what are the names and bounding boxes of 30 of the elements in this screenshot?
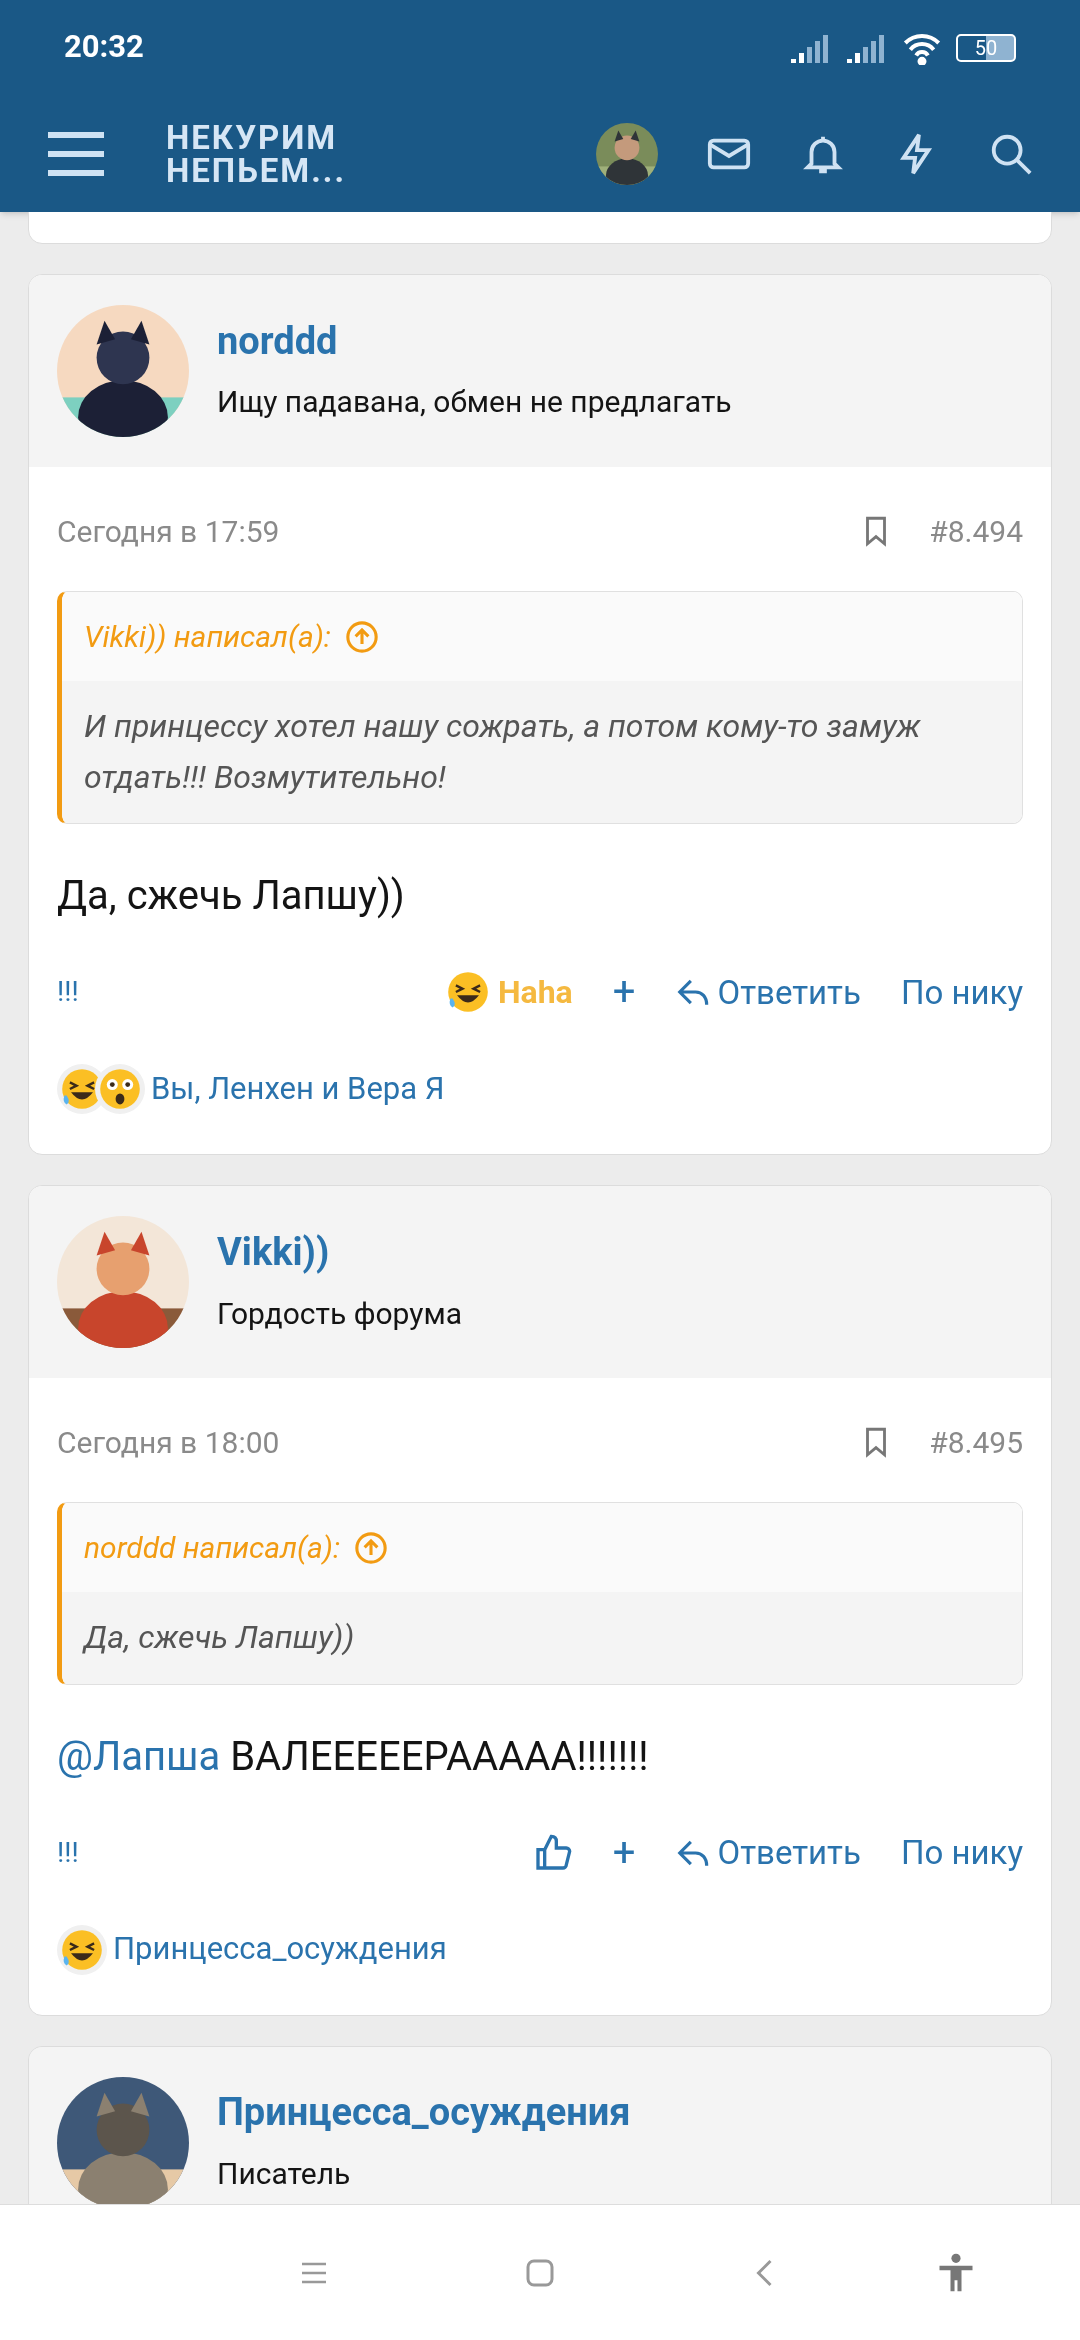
- post-date[interactable]: Сегодня в 18:00: [57, 1419, 280, 1465]
- reactions-list[interactable]: Вы, Ленхен и Вера Я: [151, 1066, 445, 1113]
- reply-button[interactable]: Ответить: [675, 1827, 861, 1878]
- add-reaction-button[interactable]: +: [612, 1822, 636, 1883]
- laughing-emoji-icon: [60, 1927, 104, 1972]
- author-name[interactable]: norddd: [217, 317, 732, 366]
- reactions-list[interactable]: Принцесса_осуждения: [113, 1926, 447, 1973]
- quote-text: И принцессу хотел нашу сожрать, а потом кому-то замуж отдать!!! Возмутительно!: [62, 681, 1022, 824]
- user-title: Ищу падавана, обмен не предлагать: [217, 383, 732, 422]
- author-name[interactable]: Принцесса_осуждения: [217, 2089, 631, 2137]
- post-message: @Лапша ВАЛЕЕЕЕЕРААААА!!!!!!!: [57, 1731, 650, 1782]
- battery-icon: 50: [956, 33, 1016, 62]
- shocked-emoji-icon: [98, 1067, 142, 1112]
- post-number[interactable]: #8.495: [929, 1419, 1023, 1465]
- post-message: Да, сжечь Лапшу)): [57, 871, 406, 922]
- post-number[interactable]: #8.494: [929, 508, 1023, 554]
- quote-text: Да, сжечь Лапшу)): [62, 1592, 1022, 1684]
- report-link[interactable]: !!!: [57, 1831, 79, 1874]
- author-name[interactable]: Vikki)): [217, 1229, 463, 1277]
- post-date[interactable]: Сегодня в 17:59: [57, 508, 280, 554]
- user-title: Писатель: [217, 2154, 352, 2193]
- by-nick-button[interactable]: По нику: [900, 1827, 1023, 1878]
- user-title: Гордость форума: [217, 1294, 463, 1333]
- add-reaction-button[interactable]: +: [612, 962, 636, 1023]
- report-link[interactable]: !!!: [57, 971, 79, 1014]
- reply-button[interactable]: Ответить: [675, 967, 861, 1018]
- status-time: 20:32: [64, 27, 144, 68]
- laughing-emoji-icon: [445, 970, 490, 1015]
- site-logo[interactable]: НЕКУРИМ НЕПЬЕМ...: [166, 120, 346, 187]
- by-nick-button[interactable]: По нику: [900, 967, 1023, 1018]
